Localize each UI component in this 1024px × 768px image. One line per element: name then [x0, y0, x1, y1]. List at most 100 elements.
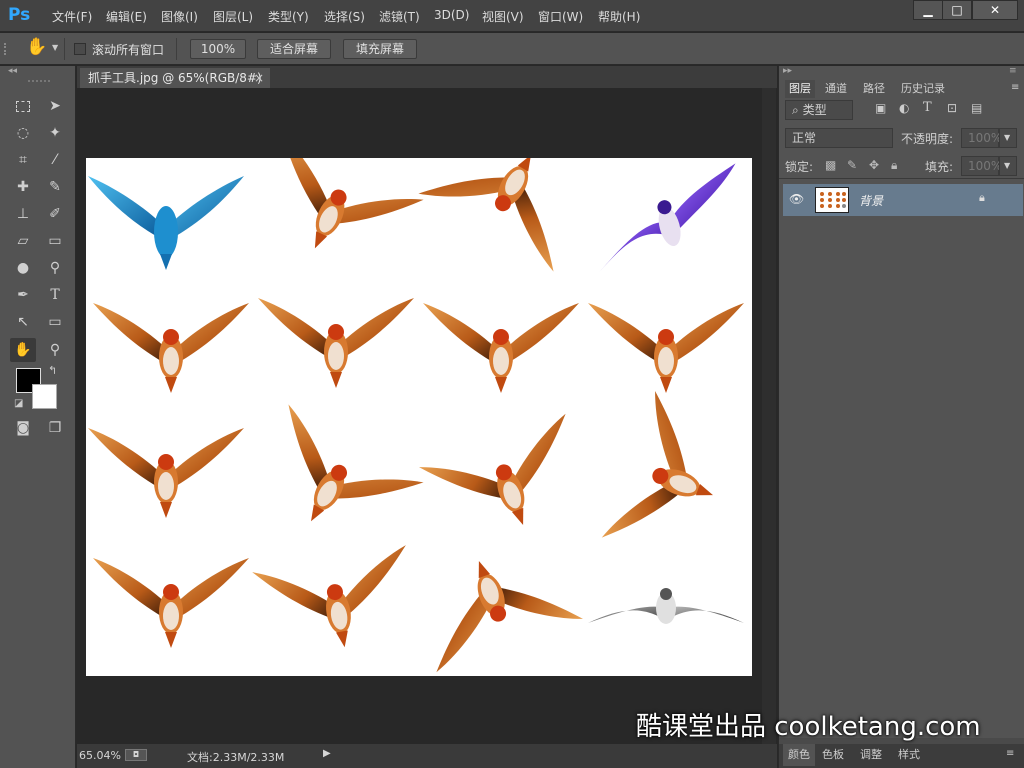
zoom-level[interactable]: 65.04% [79, 749, 121, 762]
zoom-100-button[interactable]: 100% [190, 39, 246, 59]
screen-mode-icon[interactable]: ❐ [42, 416, 68, 440]
fill-field[interactable]: 100% [961, 156, 1002, 176]
orange-bird [418, 115, 599, 272]
gray-bird [588, 588, 744, 624]
history-brush-icon[interactable]: ✐ [42, 202, 68, 226]
lock-label: 锁定: [785, 160, 814, 174]
hand-tool-icon[interactable]: ✋ [10, 338, 36, 362]
lock-pixels-icon[interactable]: ✎ [847, 158, 857, 172]
eye-visibility-icon[interactable]: 👁︎ [789, 192, 804, 206]
tab-paths[interactable]: 路径 [863, 80, 885, 98]
background-color-swatch[interactable] [32, 384, 57, 409]
hand-tool-icon[interactable]: ✋ [26, 37, 47, 57]
tab-swatches[interactable]: 色板 [822, 744, 844, 766]
adjustment-filter-icon[interactable]: ◐ [899, 101, 909, 115]
move-tool-icon[interactable]: ➤ [42, 94, 68, 118]
fit-screen-button[interactable]: 适合屏幕 [257, 39, 331, 59]
brush-tool-icon[interactable]: ✎ [42, 175, 68, 199]
orange-bird [588, 303, 744, 393]
scroll-all-checkbox[interactable] [74, 43, 86, 55]
default-colors-icon[interactable]: ◪ [14, 398, 23, 409]
close-button[interactable]: ✕ [972, 0, 1018, 20]
menu-edit[interactable]: 编辑(E) [106, 8, 147, 25]
lock-transparency-icon[interactable]: ▩ [825, 158, 836, 172]
layer-row-background[interactable]: 👁︎ 背景 🔒︎ [783, 184, 1023, 216]
marquee-tool-icon[interactable] [10, 94, 36, 118]
status-menu-arrow-icon[interactable]: ▶ [323, 748, 331, 759]
menu-layer[interactable]: 图层(L) [213, 8, 253, 25]
menu-3d[interactable]: 3D(D) [434, 8, 469, 22]
eraser-icon[interactable]: ▱ [10, 229, 36, 253]
orange-bird [244, 133, 424, 282]
orange-bird [419, 413, 597, 552]
vertical-scrollbar[interactable] [762, 88, 776, 744]
lasso-tool-icon[interactable]: ◌ [10, 121, 36, 145]
eyedropper-icon[interactable]: ⁄ [42, 148, 68, 172]
lock-position-icon[interactable]: ✥ [869, 158, 879, 172]
crop-tool-icon[interactable]: ⌗ [10, 148, 36, 172]
swap-colors-icon[interactable]: ↰ [48, 364, 57, 377]
tool-preset-chevron-icon[interactable]: ▼ [52, 43, 58, 52]
minimize-button[interactable]: ▁ [913, 0, 943, 20]
menu-file[interactable]: 文件(F) [52, 8, 92, 25]
document-tab[interactable]: 抓手工具.jpg @ 65%(RGB/8#) × [80, 68, 270, 88]
photoshop-logo: Ps [8, 5, 31, 25]
document-canvas[interactable] [86, 115, 752, 676]
menu-type[interactable]: 类型(Y) [268, 8, 309, 25]
path-selection-icon[interactable]: ↖ [10, 310, 36, 334]
type-filter-icon[interactable]: T [923, 100, 932, 115]
maximize-button[interactable]: □ [942, 0, 972, 20]
menu-help[interactable]: 帮助(H) [598, 8, 640, 25]
fill-label: 填充: [925, 160, 954, 174]
tab-history[interactable]: 历史记录 [901, 80, 945, 98]
type-tool-icon[interactable]: T [42, 283, 68, 307]
orange-bird [405, 534, 583, 673]
panel-menu-icon[interactable]: ≡ [1009, 66, 1017, 76]
tab-channels[interactable]: 通道 [825, 80, 847, 98]
dodge-tool-icon[interactable]: ⚲ [42, 256, 68, 280]
blend-mode-select[interactable]: 正常 [785, 128, 893, 148]
lock-all-icon[interactable]: 🔒︎ [891, 158, 897, 173]
scroll-all-label: 滚动所有窗口 [92, 43, 165, 57]
divider [64, 38, 65, 60]
menu-bar: Ps 文件(F) 编辑(E) 图像(I) 图层(L) 类型(Y) 选择(S) 滤… [0, 0, 1024, 32]
collapse-arrows-icon[interactable]: ◂◂ [8, 66, 17, 76]
menu-select[interactable]: 选择(S) [324, 8, 365, 25]
rectangle-tool-icon[interactable]: ▭ [42, 310, 68, 334]
menu-filter[interactable]: 滤镜(T) [379, 8, 420, 25]
quick-mask-icon[interactable]: ◙ [10, 416, 36, 440]
pen-tool-icon[interactable]: ✒ [10, 283, 36, 307]
menu-view[interactable]: 视图(V) [482, 8, 524, 25]
document-info: 文档:2.33M/2.33M [187, 751, 285, 764]
image-filter-icon[interactable]: ▣ [875, 101, 886, 115]
clone-stamp-icon[interactable]: ⊥ [10, 202, 36, 226]
zoom-tool-icon[interactable]: ⚲ [42, 338, 68, 362]
collapse-arrows-icon[interactable]: ▸▸ [783, 66, 792, 76]
menu-window[interactable]: 窗口(W) [538, 8, 583, 25]
magic-wand-icon[interactable]: ✦ [42, 121, 68, 145]
healing-brush-icon[interactable]: ✚ [10, 175, 36, 199]
opacity-dropdown-icon[interactable]: ▼ [999, 128, 1017, 148]
fill-screen-button[interactable]: 填充屏幕 [343, 39, 417, 59]
blur-tool-icon[interactable]: ● [10, 256, 36, 280]
opacity-field[interactable]: 100% [961, 128, 1002, 148]
tab-styles[interactable]: 样式 [898, 744, 920, 766]
layer-filter-select[interactable]: ⌕ 类型 [785, 100, 853, 120]
close-tab-icon[interactable]: × [254, 68, 264, 88]
tab-layers[interactable]: 图层 [785, 80, 815, 98]
tab-color[interactable]: 颜色 [783, 744, 815, 766]
grip-icon [4, 43, 8, 55]
panel-options-icon[interactable]: ≡ [1011, 82, 1019, 93]
menu-image[interactable]: 图像(I) [161, 8, 198, 25]
shape-filter-icon[interactable]: ⊡ [947, 101, 957, 115]
purple-bird [599, 163, 736, 273]
orange-bird [243, 404, 424, 561]
layer-name: 背景 [859, 194, 884, 208]
share-icon[interactable]: ◘ [125, 749, 147, 761]
tab-adjustments[interactable]: 调整 [860, 744, 882, 766]
panel-options-icon[interactable]: ≡ [1006, 748, 1014, 759]
smart-object-filter-icon[interactable]: ▤ [971, 101, 982, 115]
gradient-icon[interactable]: ▭ [42, 229, 68, 253]
fill-dropdown-icon[interactable]: ▼ [999, 156, 1017, 176]
layer-thumbnail [815, 187, 849, 213]
